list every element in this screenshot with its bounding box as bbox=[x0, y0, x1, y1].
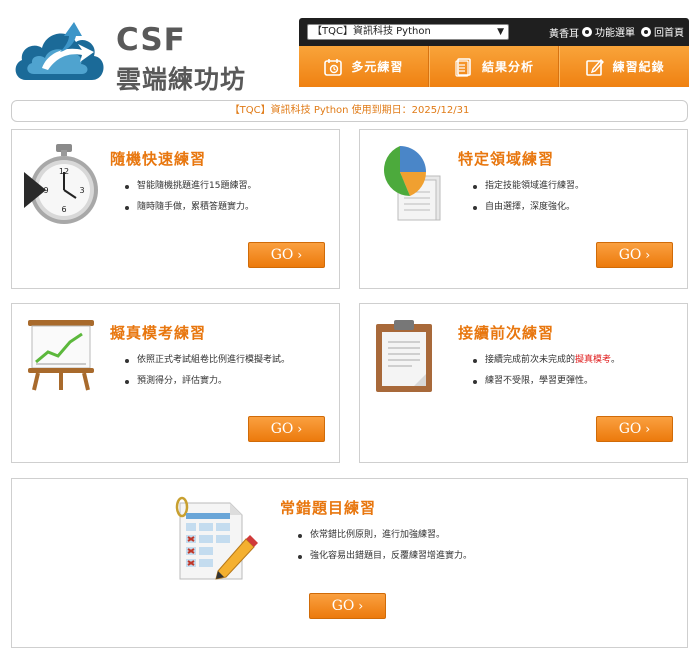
resume-practice-bullets: 接續完成前次未完成的擬真模考。 練習不受限，學習更彈性。 bbox=[473, 350, 620, 392]
mistakes-practice-title: 常錯題目練習 bbox=[280, 499, 377, 517]
random-practice-bullets: 智能隨機挑題進行15題練習。 隨時隨手做，累積答題實力。 bbox=[125, 176, 256, 218]
function-menu-label: 功能選單 bbox=[595, 28, 635, 39]
domain-practice-go-button[interactable]: GO › bbox=[596, 242, 673, 268]
nav-analysis[interactable]: 結果分析 bbox=[428, 46, 560, 87]
list-item: 強化容易出錯題目，反覆練習增進實力。 bbox=[298, 546, 472, 567]
list-item: 預測得分，評估實力。 bbox=[125, 371, 290, 392]
home-label: 回首頁 bbox=[654, 28, 684, 39]
list-item: 依照正式考試組卷比例進行模擬考試。 bbox=[125, 350, 290, 371]
chevron-right-icon: › bbox=[297, 422, 303, 436]
mock-exam-bullets: 依照正式考試組卷比例進行模擬考試。 預測得分，評估實力。 bbox=[125, 350, 290, 392]
nav-analysis-label: 結果分析 bbox=[482, 60, 535, 74]
list-item: 智能隨機挑題進行15題練習。 bbox=[125, 176, 256, 197]
mistakes-practice-card: 常錯題目練習 依常錯比例原則，進行加強練習。 強化容易出錯題目，反覆練習增進實力… bbox=[11, 478, 688, 648]
resume-bullet-end: 。 bbox=[611, 355, 621, 365]
go-label: GO bbox=[618, 421, 642, 437]
home-link[interactable]: 回首頁 bbox=[641, 24, 684, 39]
chevron-right-icon: › bbox=[297, 248, 303, 262]
go-label: GO bbox=[618, 247, 642, 263]
chart-easel-icon bbox=[28, 320, 94, 391]
nav-practice-label: 多元練習 bbox=[351, 60, 404, 74]
logo-subtitle: 雲端練功坊 bbox=[116, 65, 247, 94]
list-item: 練習不受限，學習更彈性。 bbox=[473, 371, 620, 392]
csf-logo[interactable]: CSF 雲端練功坊 bbox=[12, 14, 282, 94]
top-bar: 【TQC】資訊科技 Python ▼ 黃香耳 功能選單 回首頁 bbox=[299, 18, 689, 46]
nav-records-label: 練習紀錄 bbox=[612, 60, 665, 74]
menu-dot-icon bbox=[582, 26, 592, 37]
list-item: 指定技能領域進行練習。 bbox=[473, 176, 584, 197]
chevron-down-icon: ▼ bbox=[497, 27, 504, 37]
list-item: 自由選擇，深度強化。 bbox=[473, 197, 584, 218]
svg-text:6: 6 bbox=[61, 205, 66, 214]
mistakes-practice-bullets: 依常錯比例原則，進行加強練習。 強化容易出錯題目，反覆練習增進實力。 bbox=[298, 525, 472, 567]
chevron-right-icon: › bbox=[645, 248, 651, 262]
clipboard-icon bbox=[376, 320, 432, 392]
expiry-notice: 【TQC】資訊科技 Python 使用到期日：2025/12/31 bbox=[11, 100, 688, 122]
domain-practice-bullets: 指定技能領域進行練習。 自由選擇，深度強化。 bbox=[473, 176, 584, 218]
domain-practice-title: 特定領域練習 bbox=[458, 150, 555, 168]
logo-title: CSF bbox=[116, 22, 186, 58]
random-practice-go-button[interactable]: GO › bbox=[248, 242, 325, 268]
chevron-right-icon: › bbox=[645, 422, 651, 436]
list-item: 接續完成前次未完成的擬真模考。 bbox=[473, 350, 620, 371]
random-practice-card: 12 3 6 9 隨機快速練習 智能隨機挑題進行15題練習。 隨時隨手做，累積答… bbox=[11, 129, 340, 289]
nav-practice[interactable]: 多元練習 bbox=[299, 46, 429, 87]
mock-exam-highlight: 擬真模考 bbox=[575, 355, 612, 365]
cloud-logo-icon bbox=[15, 22, 104, 80]
pie-chart-report-icon bbox=[384, 146, 441, 221]
random-practice-title: 隨機快速練習 bbox=[110, 150, 207, 168]
mock-exam-go-button[interactable]: GO › bbox=[248, 416, 325, 442]
course-select-value: 【TQC】資訊科技 Python bbox=[312, 26, 431, 37]
user-name: 黃香耳 bbox=[549, 29, 579, 40]
stopwatch-icon: 12 3 6 9 bbox=[24, 144, 98, 224]
go-label: GO bbox=[331, 598, 355, 614]
calendar-icon bbox=[324, 58, 343, 76]
function-menu-link[interactable]: 功能選單 bbox=[582, 24, 635, 39]
home-dot-icon bbox=[641, 26, 651, 37]
list-item: 隨時隨手做，累積答題實力。 bbox=[125, 197, 256, 218]
resume-practice-go-button[interactable]: GO › bbox=[596, 416, 673, 442]
list-item: 依常錯比例原則，進行加強練習。 bbox=[298, 525, 472, 546]
mock-exam-card: 擬真模考練習 依照正式考試組卷比例進行模擬考試。 預測得分，評估實力。 GO › bbox=[11, 303, 340, 463]
course-select[interactable]: 【TQC】資訊科技 Python ▼ bbox=[307, 24, 509, 40]
resume-practice-title: 接續前次練習 bbox=[458, 324, 555, 342]
go-label: GO bbox=[270, 421, 294, 437]
nav-records[interactable]: 練習紀錄 bbox=[559, 46, 689, 87]
mock-exam-title: 擬真模考練習 bbox=[110, 324, 207, 342]
edit-icon bbox=[585, 58, 604, 76]
checklist-pencil-icon bbox=[175, 496, 258, 580]
resume-bullet-text: 接續完成前次未完成的 bbox=[485, 355, 576, 365]
svg-text:3: 3 bbox=[79, 186, 84, 195]
chevron-right-icon: › bbox=[358, 599, 364, 613]
mistakes-practice-go-button[interactable]: GO › bbox=[309, 593, 386, 619]
go-label: GO bbox=[270, 247, 294, 263]
domain-practice-card: 特定領域練習 指定技能領域進行練習。 自由選擇，深度強化。 GO › bbox=[359, 129, 688, 289]
resume-practice-card: 接續前次練習 接續完成前次未完成的擬真模考。 練習不受限，學習更彈性。 GO › bbox=[359, 303, 688, 463]
main-nav: 多元練習 結果分析 練習紀錄 bbox=[299, 46, 689, 87]
document-icon bbox=[455, 57, 471, 77]
